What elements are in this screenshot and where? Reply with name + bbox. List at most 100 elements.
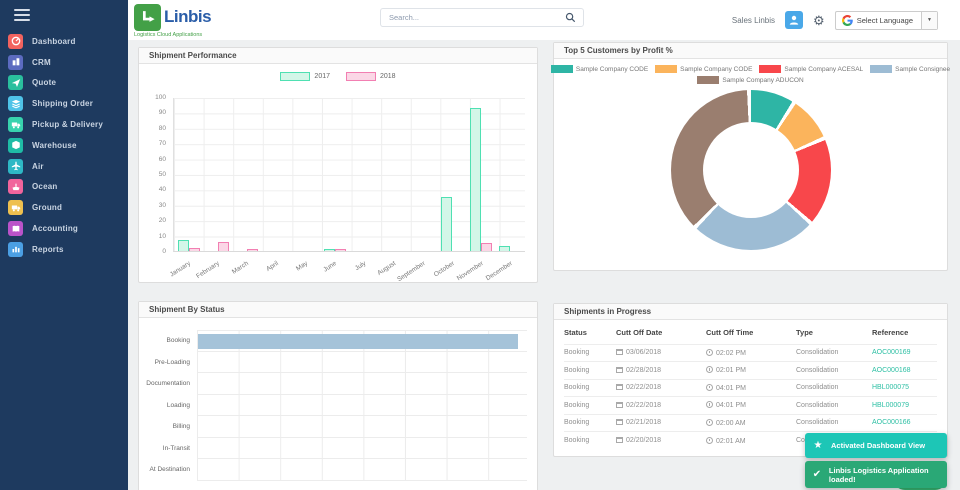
month-slot bbox=[437, 98, 466, 251]
cell-time: 02:02 PM bbox=[716, 349, 746, 357]
quote-icon bbox=[8, 75, 23, 91]
menu-toggle-icon[interactable] bbox=[0, 0, 128, 21]
cell-status: Booking bbox=[564, 361, 616, 379]
legend-label: 2017 bbox=[314, 72, 330, 80]
legend-label: Sample Company CODE bbox=[575, 65, 649, 73]
sidebar-item-crm[interactable]: CRM bbox=[0, 52, 128, 73]
column-header[interactable]: Reference bbox=[872, 322, 937, 344]
shipments-table: Status Cutt Off Date Cutt Off Time Type Refe… bbox=[564, 322, 937, 449]
cell-date: 02/22/2018 bbox=[626, 401, 662, 409]
status-category-label: Loading bbox=[166, 401, 190, 409]
reference-link[interactable]: AOC000166 bbox=[872, 419, 911, 426]
sidebar-item-reports[interactable]: Reports bbox=[0, 239, 128, 260]
cell-status: Booking bbox=[564, 396, 616, 414]
search-input[interactable] bbox=[381, 13, 565, 22]
sidebar-item-ground[interactable]: Ground bbox=[0, 197, 128, 218]
cell-date: 02/22/2018 bbox=[626, 384, 662, 392]
legend-swatch bbox=[346, 71, 376, 81]
bar-2017[interactable] bbox=[470, 107, 482, 251]
cell-type: Consolidation bbox=[796, 413, 872, 432]
bar-2017[interactable] bbox=[499, 246, 511, 251]
clock-icon bbox=[706, 366, 713, 374]
cell-type: Consolidation bbox=[796, 378, 872, 397]
calendar-icon bbox=[616, 366, 623, 373]
table-header-row: Status Cutt Off Date Cutt Off Time Type Refe… bbox=[564, 322, 937, 344]
sidebar-item-air[interactable]: Air bbox=[0, 156, 128, 177]
sidebar-item-quote[interactable]: Quote bbox=[0, 73, 128, 94]
user-avatar[interactable] bbox=[785, 11, 804, 29]
donut-legend-item[interactable]: Sample Company CODE bbox=[655, 65, 752, 73]
language-label: Select Language bbox=[856, 15, 913, 25]
bar-2018[interactable] bbox=[481, 243, 493, 251]
x-tick-label: September bbox=[395, 260, 427, 284]
sidebar-item-ocean[interactable]: Ocean bbox=[0, 177, 128, 198]
language-selector[interactable]: Select Language ▼ bbox=[834, 10, 938, 30]
donut-legend: Sample Company CODE Sample Company CODE Sa… bbox=[550, 65, 950, 84]
donut-legend-item[interactable]: Sample Company ADUCON bbox=[697, 76, 804, 84]
calendar-icon bbox=[616, 419, 623, 426]
legend-swatch bbox=[870, 65, 893, 73]
legend-swatch bbox=[759, 65, 782, 73]
donut-legend-item[interactable]: Sample Company CODE bbox=[550, 65, 649, 73]
sidebar-item-label: Accounting bbox=[32, 224, 78, 234]
bar-2017[interactable] bbox=[440, 197, 452, 251]
column-header[interactable]: Cutt Off Date bbox=[616, 322, 706, 344]
y-tick-label: 90 bbox=[158, 109, 166, 117]
legend-item-2017[interactable]: 2017 bbox=[280, 70, 330, 82]
sidebar: Dashboard CRM Quote Shipping Order Pickup & … bbox=[0, 0, 128, 490]
clock-icon bbox=[706, 383, 713, 391]
linbis-logo-icon bbox=[134, 4, 161, 31]
search-box bbox=[380, 8, 584, 27]
bar-2018[interactable] bbox=[247, 249, 259, 251]
legend-item-2018[interactable]: 2018 bbox=[346, 70, 396, 82]
status-row-billing: Billing bbox=[139, 416, 527, 438]
panel-title: Shipment By Status bbox=[139, 302, 537, 318]
toast-dashboard-view[interactable]: ★ Activated Dashboard View bbox=[805, 433, 947, 458]
column-header[interactable]: Status bbox=[564, 322, 616, 344]
bar-2018[interactable] bbox=[217, 241, 229, 251]
status-category-label: In-Transit bbox=[162, 444, 190, 452]
shipping-order-icon bbox=[8, 96, 23, 112]
sidebar-item-accounting[interactable]: Accounting bbox=[0, 218, 128, 239]
cell-time: 02:01 PM bbox=[716, 367, 746, 375]
column-header[interactable]: Cutt Off Time bbox=[706, 322, 796, 344]
donut-hole bbox=[702, 122, 799, 218]
cell-date: 02/20/2018 bbox=[626, 437, 662, 444]
ocean-icon bbox=[8, 179, 23, 195]
sidebar-item-dashboard[interactable]: Dashboard bbox=[0, 31, 128, 52]
reference-link[interactable]: AOC000168 bbox=[872, 367, 911, 374]
reference-link[interactable]: HBL000075 bbox=[872, 384, 909, 391]
reference-link[interactable]: HBL000079 bbox=[872, 402, 909, 409]
sidebar-item-label: Reports bbox=[32, 244, 64, 254]
status-bar[interactable] bbox=[198, 334, 519, 349]
dashboard-icon bbox=[8, 33, 23, 49]
reference-link[interactable]: AOC000169 bbox=[872, 349, 911, 356]
bar-2018[interactable] bbox=[334, 249, 346, 251]
sidebar-item-shipping-order[interactable]: Shipping Order bbox=[0, 93, 128, 114]
settings-gear-icon[interactable]: ⚙ bbox=[813, 14, 825, 27]
column-header[interactable]: Type bbox=[796, 322, 872, 344]
month-slot bbox=[496, 98, 525, 251]
sidebar-item-warehouse[interactable]: Warehouse bbox=[0, 135, 128, 156]
bar-2018[interactable] bbox=[188, 247, 200, 251]
toast-app-loaded[interactable]: ✔ Linbis Logistics Application loaded! bbox=[805, 461, 947, 488]
x-tick-label: November bbox=[455, 260, 485, 283]
sidebar-item-label: CRM bbox=[32, 57, 51, 67]
legend-label: Sample Company ACESAL bbox=[784, 65, 864, 73]
accounting-icon bbox=[8, 221, 23, 237]
status-category-label: Billing bbox=[172, 423, 190, 430]
donut-legend-item[interactable]: Sample Consignee bbox=[870, 65, 950, 73]
bar-2017[interactable] bbox=[177, 240, 189, 251]
chart-legend: 2017 2018 bbox=[139, 70, 537, 82]
month-slot bbox=[467, 98, 496, 251]
linbis-logo[interactable]: Linbis Logistics Cloud Applications bbox=[134, 4, 212, 38]
status-track bbox=[197, 394, 527, 416]
sidebar-item-pickup-delivery[interactable]: Pickup & Delivery bbox=[0, 114, 128, 135]
donut-legend-item[interactable]: Sample Company ACESAL bbox=[759, 65, 863, 73]
search-icon[interactable] bbox=[565, 12, 576, 23]
cell-time: 04:01 PM bbox=[716, 384, 746, 392]
chevron-down-icon[interactable]: ▼ bbox=[921, 11, 937, 29]
panel-title: Shipments in Progress bbox=[554, 304, 947, 320]
legend-swatch bbox=[280, 71, 311, 81]
bar-2017[interactable] bbox=[323, 249, 335, 251]
